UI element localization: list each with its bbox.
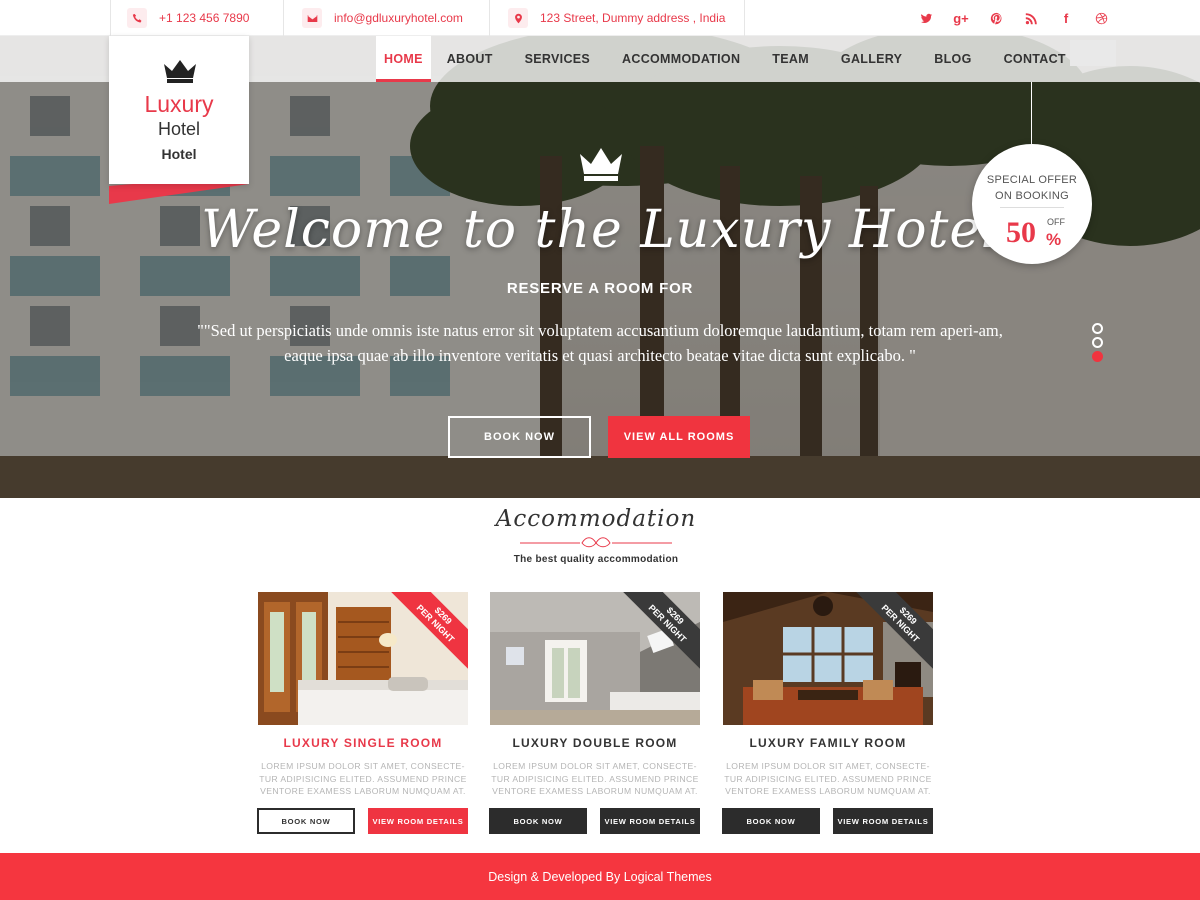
nav-team[interactable]: TEAM (756, 36, 825, 82)
crown-icon (164, 60, 196, 83)
hero-quote: ""Sed ut perspiciatis unde omnis iste na… (197, 321, 1003, 365)
logo-line-2: Hotel (157, 119, 201, 139)
address-text: 123 Street, Dummy address , India (540, 11, 726, 25)
divider (283, 0, 284, 36)
logo-line-1: Luxury (144, 91, 214, 117)
offer-line-1: SPECIAL OFFER (986, 174, 1078, 186)
nav-search-box[interactable] (1070, 40, 1116, 66)
slider-dot-active[interactable] (1092, 351, 1103, 362)
main-nav: HOME ABOUT SERVICES ACCOMMODATION TEAM G… (376, 36, 1082, 82)
offer-off-label: OFF (1047, 217, 1065, 227)
pinterest-icon[interactable] (987, 9, 1005, 27)
email-address: info@gdluxuryhotel.com (334, 11, 463, 25)
view-room-details-button[interactable]: VIEW ROOM DETAILS (368, 808, 468, 834)
room-name[interactable]: LUXURY SINGLE ROOM (258, 736, 468, 750)
offer-hanger (1031, 82, 1032, 144)
book-now-button[interactable]: BOOK NOW (722, 808, 820, 834)
room-photo[interactable]: $269 PER NIGHT (258, 592, 468, 725)
nav-contact[interactable]: CONTACT (988, 36, 1082, 82)
room-name[interactable]: LUXURY FAMILY ROOM (723, 736, 933, 750)
crown-icon (580, 148, 622, 181)
room-description: LOREM IPSUM DOLOR SIT AMET, CONSECTE-TUR… (491, 761, 699, 796)
nav-home[interactable]: HOME (376, 36, 431, 82)
nav-accommodation[interactable]: ACCOMMODATION (606, 36, 756, 82)
slider-dot[interactable] (1092, 337, 1103, 348)
book-now-button[interactable]: BOOK NOW (489, 808, 587, 834)
rss-icon[interactable] (1022, 9, 1040, 27)
room-photo[interactable]: $269 PER NIGHT (723, 592, 933, 725)
nav-about[interactable]: ABOUT (431, 36, 509, 82)
map-marker-icon (508, 8, 528, 28)
twitter-icon[interactable] (917, 9, 935, 27)
logo-line-3: Hotel (161, 146, 197, 162)
facebook-icon[interactable]: f (1057, 9, 1075, 27)
envelope-icon (302, 8, 322, 28)
social-links: g+ f (917, 0, 1110, 36)
address-contact: 123 Street, Dummy address , India (508, 0, 725, 36)
nav-services[interactable]: SERVICES (509, 36, 606, 82)
section-subtitle: The best quality accommodation (513, 554, 679, 565)
hero-subtitle: RESERVE A ROOM FOR (506, 280, 694, 297)
offer-value: 50 (1006, 216, 1036, 249)
section-title: Accommodation (495, 506, 697, 532)
room-description: LOREM IPSUM DOLOR SIT AMET, CONSECTE-TUR… (259, 761, 467, 796)
phone-contact[interactable]: +1 123 456 7890 (127, 0, 249, 36)
google-plus-icon[interactable]: g+ (952, 9, 970, 27)
slider-dots (1092, 323, 1104, 365)
room-description: LOREM IPSUM DOLOR SIT AMET, CONSECTE-TUR… (724, 761, 932, 796)
site-logo[interactable]: Luxury Hotel Hotel (109, 36, 249, 204)
view-all-rooms-button[interactable]: VIEW ALL ROOMS (608, 416, 750, 458)
special-offer-badge[interactable]: SPECIAL OFFER ON BOOKING 50 OFF % (972, 144, 1092, 264)
footer-credit: Design & Developed By Logical Themes (488, 869, 712, 884)
nav-blog[interactable]: BLOG (918, 36, 987, 82)
email-contact[interactable]: info@gdluxuryhotel.com (302, 0, 463, 36)
footer: Design & Developed By Logical Themes (0, 853, 1200, 900)
phone-number: +1 123 456 7890 (159, 11, 250, 25)
top-contact-bar: +1 123 456 7890 info@gdluxuryhotel.com 1… (0, 0, 1200, 36)
offer-percent: % (1046, 230, 1062, 249)
book-now-button[interactable]: BOOK NOW (448, 416, 591, 458)
view-room-details-button[interactable]: VIEW ROOM DETAILS (833, 808, 933, 834)
view-room-details-button[interactable]: VIEW ROOM DETAILS (600, 808, 700, 834)
dribbble-icon[interactable] (1092, 9, 1110, 27)
nav-gallery[interactable]: GALLERY (825, 36, 918, 82)
room-name[interactable]: LUXURY DOUBLE ROOM (490, 736, 700, 750)
room-photo[interactable]: $269 PER NIGHT (490, 592, 700, 725)
divider (744, 0, 745, 36)
slider-dot[interactable] (1092, 323, 1103, 334)
ornament-divider-icon (520, 537, 672, 548)
phone-icon (127, 8, 147, 28)
book-now-button[interactable]: BOOK NOW (257, 808, 355, 834)
divider (489, 0, 490, 36)
offer-line-2: ON BOOKING (995, 190, 1069, 202)
divider (110, 0, 111, 36)
offer-divider (1000, 207, 1064, 208)
